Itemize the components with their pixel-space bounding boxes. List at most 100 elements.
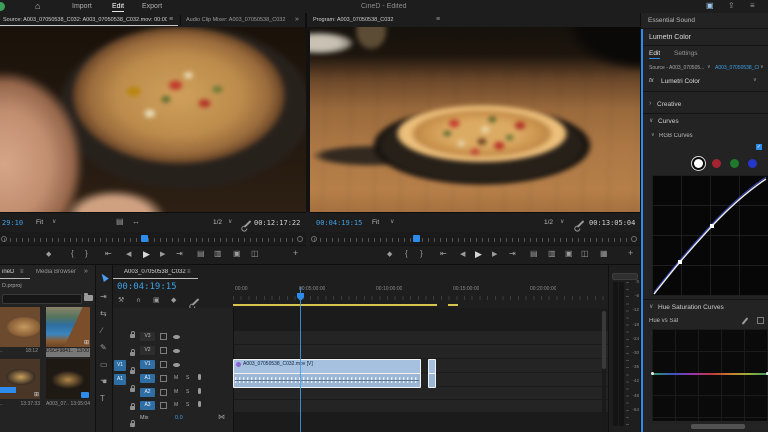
work-area-fragment[interactable] [448, 304, 458, 306]
mark-in-icon[interactable]: { [71, 250, 74, 258]
audio-clip-fragment[interactable] [428, 373, 436, 388]
section-curves[interactable]: Curves [658, 118, 679, 125]
expand-arrow-icon[interactable]: ∨ [651, 133, 655, 138]
mark-in-icon[interactable]: { [405, 250, 408, 258]
step-back-icon[interactable]: ◀ [460, 251, 465, 258]
lock-icon[interactable] [130, 370, 135, 374]
section-creative[interactable]: Creative [657, 101, 681, 108]
home-icon[interactable]: ⌂ [35, 2, 40, 11]
expand-arrow-icon[interactable]: ∨ [649, 118, 653, 124]
project-item-thumbnail[interactable] [0, 307, 40, 347]
section-hue-saturation-curves[interactable]: Hue Saturation Curves [658, 304, 724, 311]
project-item-label[interactable]: .. 18:12 [0, 348, 40, 357]
timeline-settings-icon[interactable]: ⚒ [118, 297, 124, 304]
chevron-down-icon[interactable]: ∨ [707, 65, 711, 70]
curve-channel-red[interactable] [712, 159, 721, 168]
project-item-label-selected[interactable]: DSCF9841.. 13:00 [46, 348, 90, 357]
program-mini-ruler[interactable] [310, 232, 640, 245]
source-zoom-select[interactable]: Fit [36, 219, 43, 226]
track-target-v1[interactable]: V1 [140, 360, 155, 369]
mark-out-icon[interactable]: } [420, 250, 423, 258]
lumetri-source-select[interactable]: Source - A003_070505... [649, 65, 707, 71]
lock-icon[interactable] [130, 334, 135, 338]
expand-arrow-icon[interactable]: ∨ [649, 304, 653, 310]
selection-tool[interactable] [99, 272, 109, 282]
project-search-input[interactable] [2, 294, 82, 304]
play-button-icon[interactable]: ▶ [143, 250, 150, 259]
type-tool[interactable]: T [100, 395, 105, 403]
project-panel-menu-icon[interactable]: ≡ [20, 269, 24, 275]
hue-vs-sat-editor[interactable] [652, 329, 768, 421]
scroll-knob-left[interactable] [1, 236, 7, 242]
menu-tab-edit[interactable]: Edit [112, 3, 124, 12]
audio-clip-mixer-tab[interactable]: Audio Clip Mixer: A003_07050538_C032 [186, 17, 292, 23]
export-frame-icon[interactable]: ▣ [233, 250, 241, 258]
mute-button[interactable]: M [174, 375, 178, 381]
scroll-knob-right[interactable] [297, 236, 303, 242]
lumetri-title[interactable]: Lumetri Color [649, 34, 691, 41]
export-frame-icon[interactable]: ▣ [565, 250, 573, 258]
sync-lock-icon[interactable] [160, 347, 167, 354]
source-patch-a1[interactable]: A1 [114, 374, 126, 385]
new-bin-folder-icon[interactable] [84, 295, 93, 301]
track-target-a1[interactable]: A1 [140, 374, 155, 383]
share-icon[interactable]: ⇪ [728, 2, 735, 10]
lumetri-tab-settings[interactable]: Settings [674, 50, 698, 57]
lumetri-hscrollbar[interactable] [652, 424, 768, 429]
snap-magnet-icon[interactable]: ∩ [136, 297, 141, 304]
curve-channel-blue[interactable] [748, 159, 757, 168]
drag-av-icon[interactable]: ↔ [132, 218, 140, 226]
play-button-icon[interactable]: ▶ [475, 250, 482, 259]
sync-lock-icon[interactable] [160, 333, 167, 340]
toggle-track-output-icon[interactable] [173, 349, 180, 353]
meter-header-bar[interactable] [612, 273, 638, 280]
razor-tool[interactable]: ∕ [101, 327, 102, 335]
lock-icon[interactable] [130, 423, 135, 427]
rgb-curves-checkbox[interactable]: ✓ [756, 144, 762, 150]
project-item-label[interactable]: .. 13:37:33 [0, 401, 40, 410]
source-panel-menu-icon[interactable]: ≡ [169, 16, 173, 23]
voiceover-mic-icon[interactable] [198, 374, 201, 380]
step-back-icon[interactable]: ◀ [126, 251, 131, 258]
mute-button[interactable]: M [174, 402, 178, 408]
curve-channel-white[interactable] [694, 159, 703, 168]
chevron-down-icon[interactable]: ∨ [228, 219, 232, 225]
workspace-icon[interactable]: ▣ [706, 2, 714, 10]
source-resolution-select[interactable]: 1/2 [213, 219, 222, 226]
lock-icon[interactable] [130, 406, 135, 410]
mix-level-value[interactable]: 0.0 [175, 415, 183, 421]
step-forward-icon[interactable]: ▶ [160, 251, 165, 258]
scroll-thumb[interactable] [691, 424, 745, 429]
sync-lock-icon[interactable] [160, 361, 167, 368]
project-tab[interactable]: ineD [2, 269, 14, 275]
insert-icon[interactable]: ▤ [197, 250, 205, 258]
program-monitor-tab[interactable]: Program: A003_07050538_C032 [313, 17, 433, 23]
subsection-rgb-curves[interactable]: RGB Curves [659, 133, 693, 139]
track-lane-v2[interactable] [233, 345, 608, 358]
toggle-track-output-icon[interactable] [173, 363, 180, 367]
toggle-track-output-icon[interactable] [173, 335, 180, 339]
track-target-v2[interactable]: V2 [140, 346, 155, 355]
step-forward-icon[interactable]: ▶ [492, 251, 497, 258]
timeline-panel-menu-icon[interactable]: ≡ [187, 269, 191, 275]
voiceover-mic-icon[interactable] [198, 401, 201, 407]
track-target-a3[interactable]: A3 [140, 401, 155, 410]
film-icon[interactable]: ▤ [116, 218, 124, 226]
sync-lock-icon[interactable] [160, 375, 167, 382]
video-clip-fragment[interactable] [428, 359, 436, 374]
timeline-display-settings-icon[interactable] [192, 298, 200, 306]
add-marker-icon[interactable]: ◆ [387, 251, 392, 258]
chevron-down-icon[interactable]: ∨ [52, 219, 56, 225]
solo-button[interactable]: S [186, 375, 189, 381]
rgb-curve-editor[interactable] [652, 175, 768, 296]
voiceover-mic-icon[interactable] [198, 388, 201, 394]
project-item-thumbnail[interactable] [46, 359, 90, 399]
extract-icon[interactable]: ▥ [548, 250, 556, 258]
program-playhead[interactable] [413, 235, 420, 242]
audio-clip[interactable] [233, 373, 421, 388]
fit-timeline-icon[interactable]: ⋈ [218, 414, 225, 421]
program-timecode[interactable]: 00:04:19:15 [316, 219, 362, 227]
go-to-in-icon[interactable]: ⇤ [440, 250, 447, 258]
chevron-down-icon[interactable]: ∨ [390, 219, 394, 225]
add-marker-icon[interactable]: ◆ [171, 297, 176, 304]
